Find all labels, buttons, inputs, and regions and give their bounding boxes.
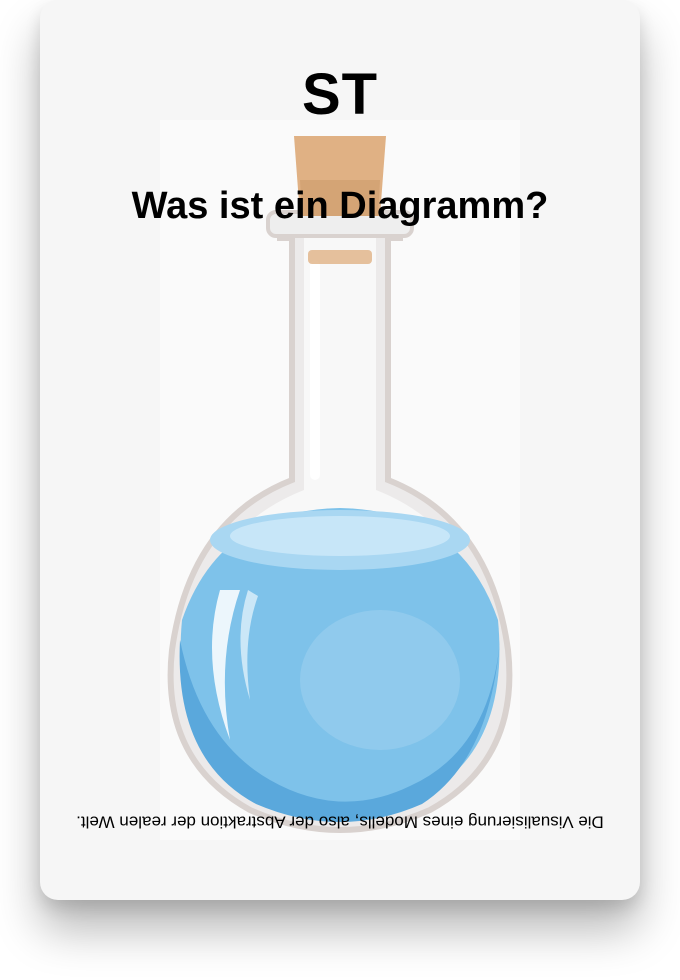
category-badge: ST [301, 62, 379, 127]
flashcard[interactable]: ST Was ist ein Diagramm? Die Visualisier… [40, 0, 640, 900]
flask-icon [167, 136, 513, 833]
page: ST Was ist ein Diagramm? Die Visualisier… [0, 0, 680, 980]
question-title: Was ist ein Diagramm? [131, 185, 549, 227]
answer-text-flipped: Die Visualisierung eines Modells, also d… [76, 812, 604, 832]
flask-illustration [160, 120, 520, 840]
